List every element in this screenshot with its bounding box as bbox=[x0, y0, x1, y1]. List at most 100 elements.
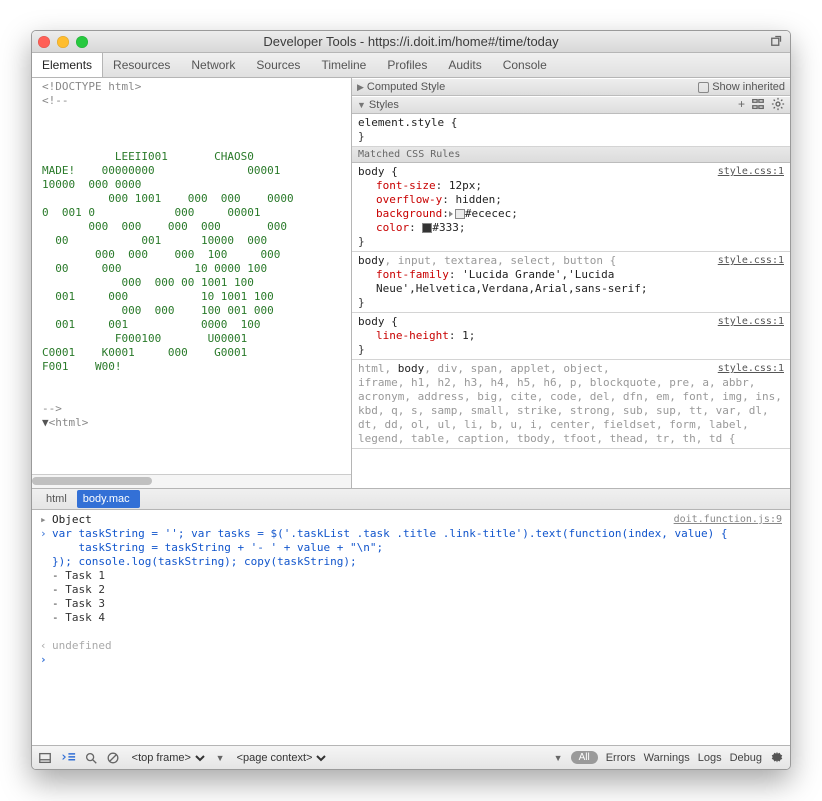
styles-header[interactable]: ▼ Styles + bbox=[352, 96, 790, 114]
breadcrumb: html body.mac bbox=[32, 488, 790, 510]
source-link[interactable]: style.css:1 bbox=[718, 362, 784, 376]
source-link[interactable]: style.css:1 bbox=[718, 254, 784, 268]
tab-network[interactable]: Network bbox=[181, 53, 246, 77]
prop-name: color bbox=[376, 221, 409, 234]
html-node[interactable]: <html> bbox=[49, 416, 89, 429]
breadcrumb-body[interactable]: body.mac bbox=[77, 490, 140, 508]
gear-icon[interactable] bbox=[771, 97, 785, 114]
chevron-down-icon: ▼ bbox=[357, 100, 366, 110]
filter-debug[interactable]: Debug bbox=[730, 752, 762, 764]
gear-icon[interactable] bbox=[770, 751, 784, 765]
window-controls bbox=[38, 36, 88, 48]
source-link[interactable]: style.css:1 bbox=[718, 165, 784, 179]
tab-sources[interactable]: Sources bbox=[246, 53, 311, 77]
prop-name: line-height bbox=[376, 329, 449, 342]
comment-close: --> bbox=[42, 402, 62, 415]
tab-console[interactable]: Console bbox=[493, 53, 558, 77]
filter-warnings[interactable]: Warnings bbox=[644, 752, 690, 764]
devtools-window: Developer Tools - https://i.doit.im/home… bbox=[31, 30, 791, 770]
rule-close: } bbox=[358, 130, 784, 144]
object-label: Object bbox=[52, 513, 92, 527]
undock-icon[interactable] bbox=[770, 33, 784, 50]
element-state-icon[interactable] bbox=[751, 97, 765, 114]
console-object-line[interactable]: ▸ Object doit.function.js:9 bbox=[40, 513, 782, 527]
console-panel[interactable]: ▸ Object doit.function.js:9 › var taskSt… bbox=[32, 510, 790, 745]
console-code: var taskString = ''; var tasks = $('.tas… bbox=[52, 527, 728, 569]
show-console-icon[interactable]: ›≡ bbox=[60, 750, 76, 765]
prop-name: font-size bbox=[376, 179, 436, 192]
color-swatch[interactable] bbox=[422, 223, 432, 233]
filter-errors[interactable]: Errors bbox=[606, 752, 636, 764]
dock-icon[interactable] bbox=[38, 751, 52, 765]
rule-body-3[interactable]: style.css:1 body { line-height: 1; } bbox=[352, 313, 790, 360]
elements-tree-panel: <!DOCTYPE html> <!-- LEEII001 CHAOS0 MAD… bbox=[32, 78, 352, 488]
tab-audits[interactable]: Audits bbox=[438, 53, 492, 77]
computed-style-header[interactable]: ▶ Computed Style Show inherited bbox=[352, 78, 790, 96]
window-title: Developer Tools - https://i.doit.im/home… bbox=[32, 34, 790, 49]
output-marker-icon: ‹ bbox=[40, 639, 52, 653]
rule-body-2[interactable]: style.css:1 body, input, textarea, selec… bbox=[352, 252, 790, 313]
breadcrumb-html[interactable]: html bbox=[40, 490, 77, 508]
minimize-window-button[interactable] bbox=[57, 36, 69, 48]
rule-close: } bbox=[358, 296, 784, 310]
rule-body-1[interactable]: style.css:1 body { font-size: 12px; over… bbox=[352, 163, 790, 252]
zoom-window-button[interactable] bbox=[76, 36, 88, 48]
console-prompt[interactable]: › bbox=[40, 653, 782, 667]
close-window-button[interactable] bbox=[38, 36, 50, 48]
new-style-rule-icon[interactable]: + bbox=[738, 97, 745, 114]
filter-logs[interactable]: Logs bbox=[698, 752, 722, 764]
clear-icon[interactable] bbox=[106, 751, 120, 765]
source-link[interactable]: doit.function.js:9 bbox=[674, 513, 782, 527]
ascii-comment: LEEII001 CHAOS0 MADE! 00000000 00001 100… bbox=[42, 150, 294, 373]
prop-value: hidden bbox=[455, 193, 495, 206]
tab-resources[interactable]: Resources bbox=[103, 53, 181, 77]
tab-elements[interactable]: Elements bbox=[32, 53, 103, 77]
element-style-rule[interactable]: element.style { } bbox=[352, 114, 790, 147]
computed-style-label: Computed Style bbox=[367, 81, 445, 93]
input-marker-icon: › bbox=[40, 527, 52, 569]
tab-timeline[interactable]: Timeline bbox=[311, 53, 377, 77]
tab-profiles[interactable]: Profiles bbox=[377, 53, 438, 77]
undefined-value: undefined bbox=[52, 639, 112, 653]
rule-close: } bbox=[358, 235, 784, 249]
color-swatch[interactable] bbox=[455, 209, 465, 219]
rule-selector: body bbox=[358, 254, 385, 267]
styles-sidebar: ▶ Computed Style Show inherited ▼ Styles… bbox=[352, 78, 790, 488]
frame-select[interactable]: <top frame> bbox=[128, 751, 208, 765]
prop-value: 12px bbox=[449, 179, 476, 192]
chevron-right-icon: ▶ bbox=[357, 82, 364, 93]
styles-label: Styles bbox=[369, 99, 399, 111]
titlebar: Developer Tools - https://i.doit.im/home… bbox=[32, 31, 790, 53]
show-inherited-checkbox[interactable] bbox=[698, 82, 709, 93]
prop-name: background bbox=[376, 207, 442, 220]
context-select[interactable]: <page context> bbox=[233, 751, 329, 765]
footer-toolbar: ›≡ <top frame>▼ <page context> ▼ All Err… bbox=[32, 745, 790, 769]
horizontal-scrollbar[interactable] bbox=[32, 474, 351, 488]
console-return-line: ‹ undefined bbox=[40, 639, 782, 653]
prop-value: 1 bbox=[462, 329, 469, 342]
console-input-line: › var taskString = ''; var tasks = $('.t… bbox=[40, 527, 782, 569]
main-split: <!DOCTYPE html> <!-- LEEII001 CHAOS0 MAD… bbox=[32, 78, 790, 488]
elements-tree[interactable]: <!DOCTYPE html> <!-- LEEII001 CHAOS0 MAD… bbox=[32, 78, 351, 474]
disclosure-icon[interactable] bbox=[449, 211, 453, 217]
console-output: - Task 1 - Task 2 - Task 3 - Task 4 bbox=[40, 569, 782, 639]
filter-all[interactable]: All bbox=[571, 751, 598, 764]
sel-main: body bbox=[398, 362, 425, 375]
prop-value: #ececec bbox=[465, 207, 511, 220]
sel-post: , div, span, applet, object, bbox=[424, 362, 609, 375]
sel-pre: html, bbox=[358, 362, 398, 375]
matched-rules-header: Matched CSS Rules bbox=[352, 147, 790, 163]
doctype-node: <!DOCTYPE html> bbox=[42, 80, 141, 93]
styles-rules: element.style { } Matched CSS Rules styl… bbox=[352, 114, 790, 488]
chevron-down-icon: ▼ bbox=[554, 753, 563, 763]
search-icon[interactable] bbox=[84, 751, 98, 765]
panel-tabs: Elements Resources Network Sources Timel… bbox=[32, 53, 790, 78]
rule-close: } bbox=[358, 343, 784, 357]
scrollbar-thumb[interactable] bbox=[32, 477, 152, 485]
rule-selector-rest: iframe, h1, h2, h3, h4, h5, h6, p, block… bbox=[358, 376, 784, 446]
prop-name: overflow-y bbox=[376, 193, 442, 206]
prop-value: #333 bbox=[432, 221, 459, 234]
rule-body-4[interactable]: style.css:1 html, body, div, span, apple… bbox=[352, 360, 790, 449]
source-link[interactable]: style.css:1 bbox=[718, 315, 784, 329]
chevron-right-icon: ▸ bbox=[40, 513, 52, 527]
